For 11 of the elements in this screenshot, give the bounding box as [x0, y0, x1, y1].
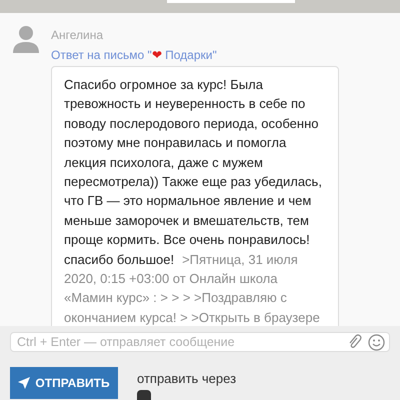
message-text: Спасибо огромное за курс! Была тревожность и неуверенность в себе по поводу послеродового периода, особенно поэтому мне понравилась и помогла лекция психолога, даже с мужем пересмотрела)) Также еще раз убедилась, что ГВ — это нормальное явление и чем меньше заморочек и вмешательств, тем проще кормить. Все очень понравилось! спасибо большое! >Пятница, 31 июля 2020, 0:15 +03:00 от Онлайн школа «Мамин курс» : > > > >Поздравляю с окончанием курса! > >Открыть в браузере — [64, 76, 323, 326]
smiley-icon[interactable] — [368, 334, 385, 350]
send-icon — [18, 377, 30, 389]
send-button[interactable]: ОТПРАВИТЬ — [10, 367, 118, 399]
message-input-field[interactable]: Ctrl + Enter — отправляет сообщение — [10, 332, 390, 352]
avatar-icon — [13, 25, 39, 53]
send-via-label: отправить через — [137, 371, 236, 386]
paperclip-icon[interactable] — [348, 334, 362, 350]
channel-icon[interactable] — [137, 390, 151, 400]
reply-subject[interactable]: Ответ на письмо "❤ Подарки" — [51, 48, 339, 62]
author-name: Ангелина — [51, 28, 104, 42]
